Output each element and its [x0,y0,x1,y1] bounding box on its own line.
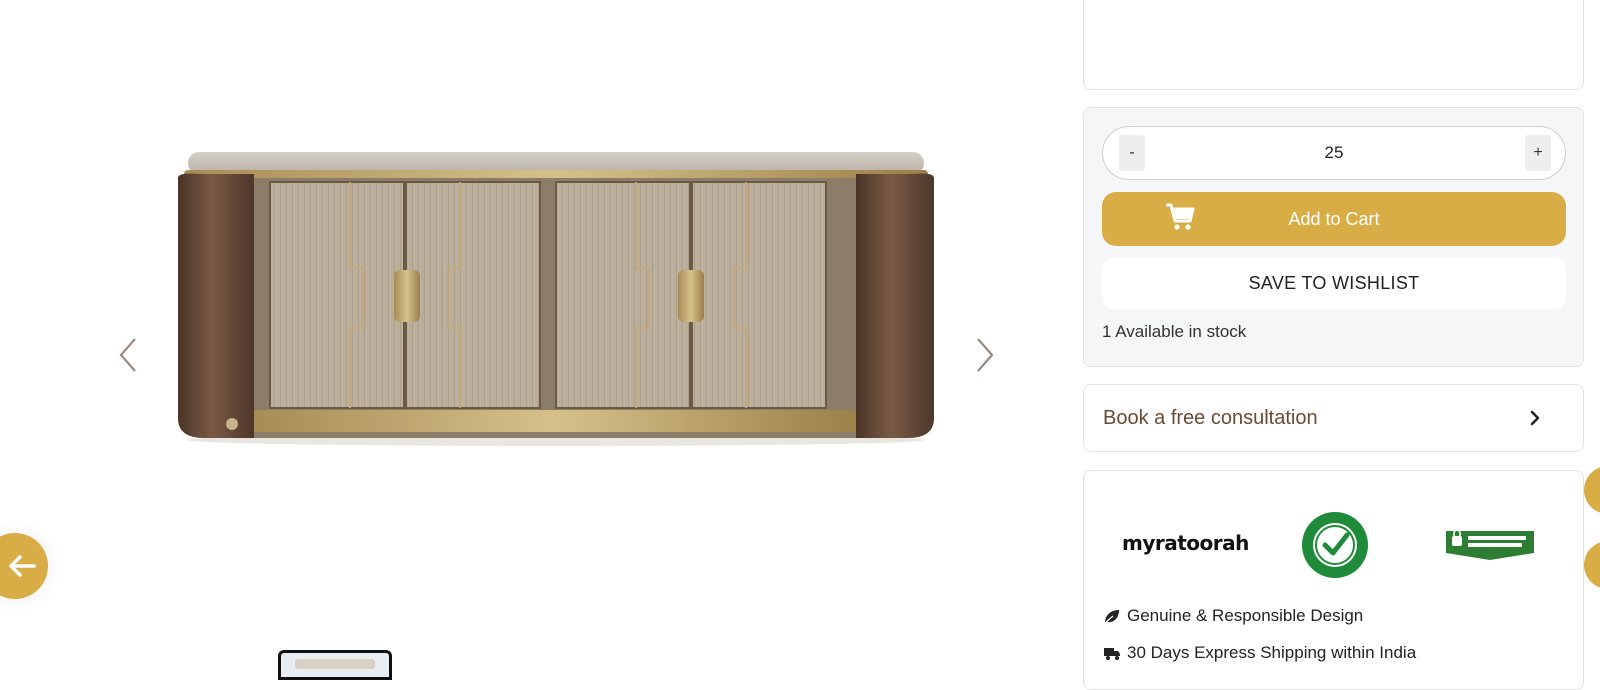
chevron-right-icon [1530,410,1540,426]
leaf-icon [1104,610,1119,624]
feature-express-shipping: 30 Days Express Shipping within India [1103,643,1416,663]
book-consultation-button[interactable]: Book a free consultation [1083,384,1584,452]
product-image [178,152,934,446]
trust-card: myratoorah Genuine & Responsible Design … [1083,470,1584,690]
arrow-left-icon [9,555,36,577]
chevron-left-icon [119,338,136,372]
feature-text: 30 Days Express Shipping within India [1127,643,1417,662]
truck-icon [1104,648,1120,660]
product-info-card [1083,0,1584,90]
prev-image-button[interactable] [108,325,148,385]
next-image-button[interactable] [965,325,1005,385]
add-to-cart-label: Add to Cart [1288,209,1380,229]
feature-text: Genuine & Responsible Design [1127,606,1364,625]
quantity-stepper: - 25 + [1102,126,1566,180]
floating-action-button[interactable] [1584,541,1600,589]
brand-logo: myratoorah [1122,531,1249,555]
stock-status: 1 Available in stock [1102,322,1247,341]
quality-assurance-seal-icon [1302,512,1368,578]
consultation-label: Book a free consultation [1103,407,1318,429]
product-gallery [0,0,1060,680]
qty-increase-button[interactable]: + [1525,135,1551,171]
back-button[interactable] [0,533,48,599]
save-to-wishlist-button[interactable]: SAVE TO WISHLIST [1102,257,1566,309]
feature-genuine-design: Genuine & Responsible Design [1103,606,1363,626]
qty-value[interactable]: 25 [1143,127,1525,179]
qty-decrease-button[interactable]: - [1119,135,1145,171]
secure-payment-badge-icon [1446,529,1534,560]
chevron-right-icon [977,338,994,372]
gallery-thumbnail[interactable] [278,650,392,680]
floating-action-button[interactable] [1584,466,1600,514]
add-to-cart-button[interactable]: Add to Cart [1102,192,1566,246]
